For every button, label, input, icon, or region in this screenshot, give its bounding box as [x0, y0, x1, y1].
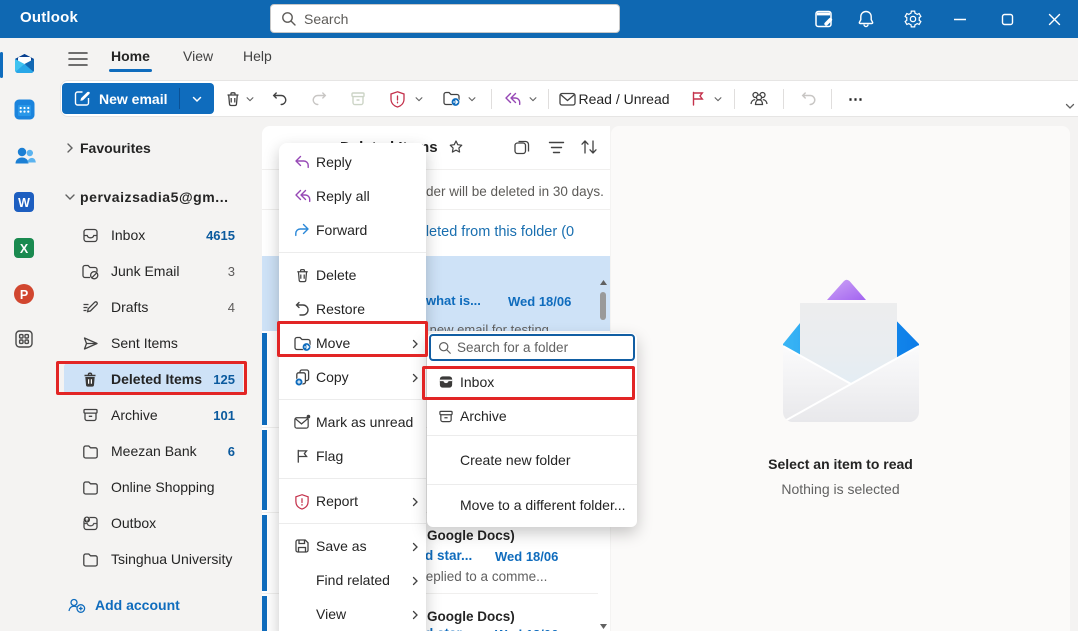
svg-text:X: X	[20, 242, 29, 256]
svg-text:P: P	[20, 288, 28, 302]
svg-text:W: W	[18, 196, 30, 210]
